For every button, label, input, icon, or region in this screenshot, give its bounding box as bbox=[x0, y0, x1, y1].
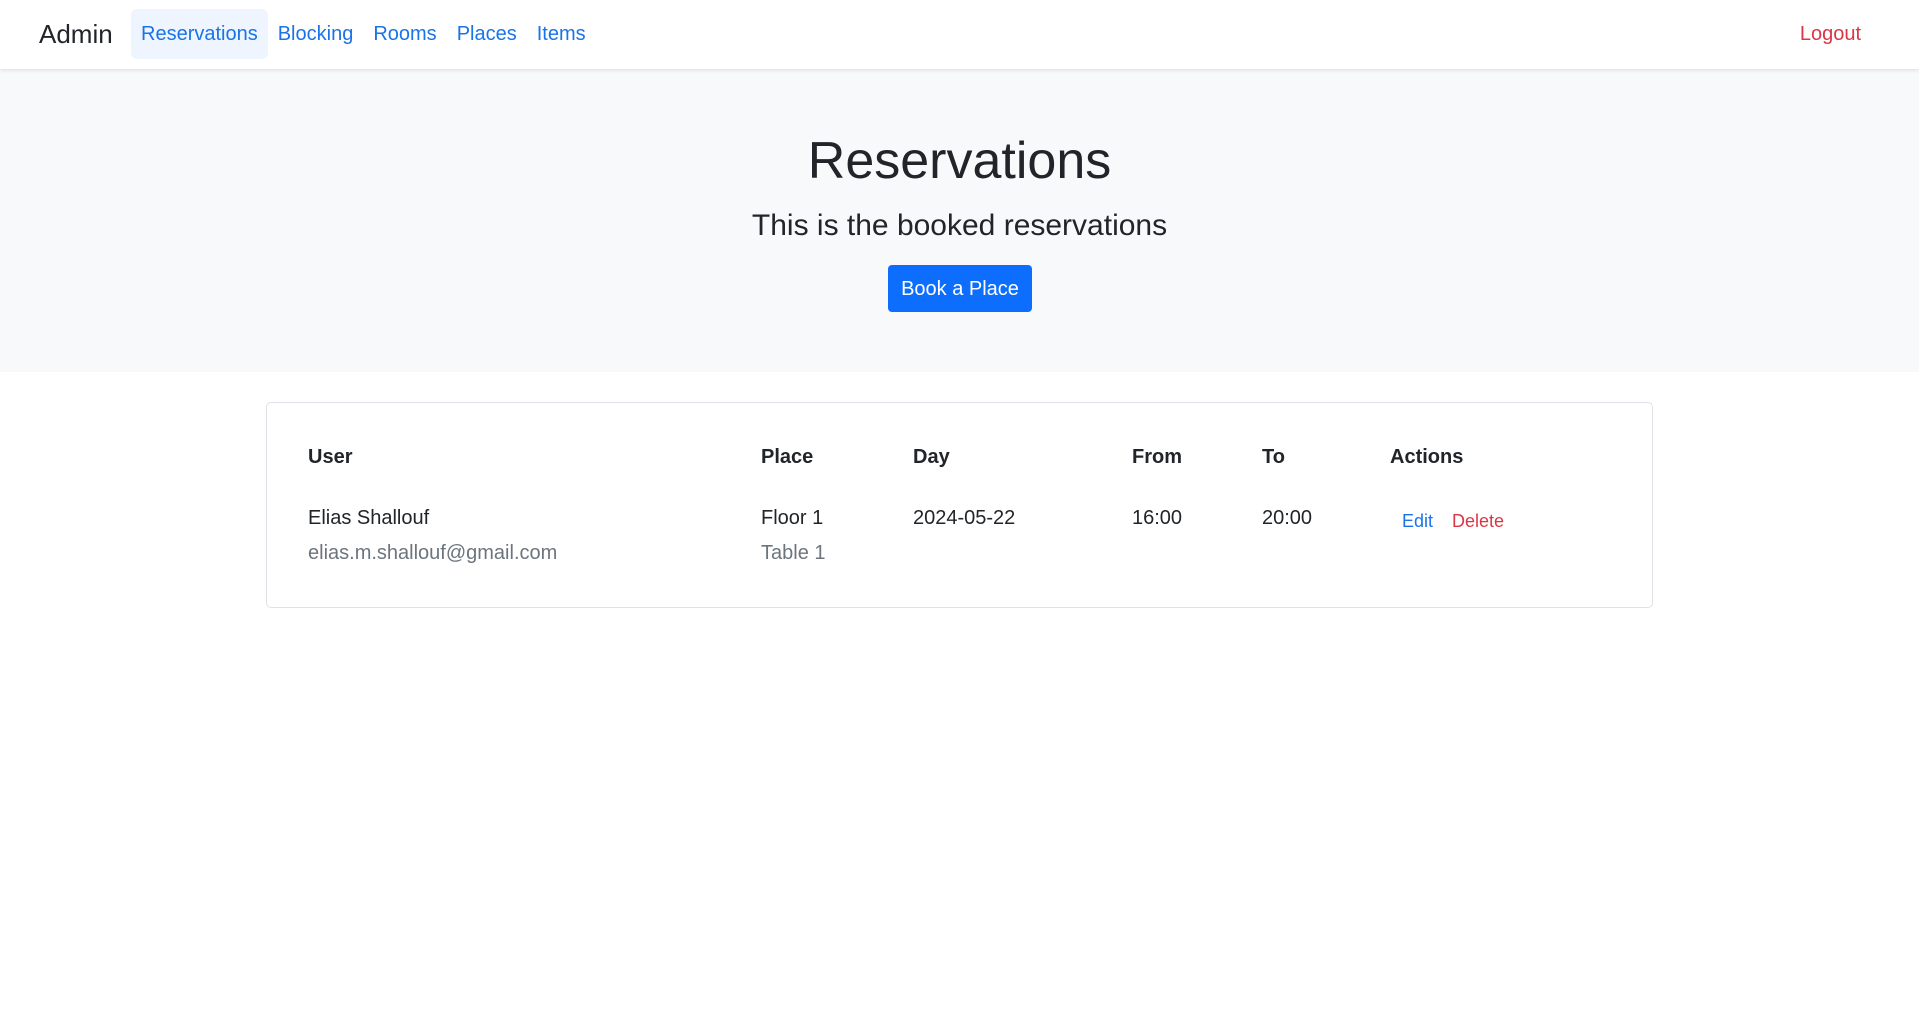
cell-place-floor: Floor 1 bbox=[761, 507, 824, 529]
cell-user-name: Elias Shallouf bbox=[308, 507, 430, 529]
column-header-to: To bbox=[1262, 446, 1285, 468]
page-subtitle: This is the booked reservations bbox=[751, 209, 1168, 242]
page-title: Reservations bbox=[807, 132, 1112, 190]
cell-from: 16:00 bbox=[1132, 507, 1183, 529]
nav-link-reservations[interactable]: Reservations bbox=[131, 9, 268, 59]
brand-logo[interactable]: Admin bbox=[39, 0, 113, 69]
logout-link[interactable]: Logout bbox=[1800, 0, 1861, 69]
nav-link-blocking[interactable]: Blocking bbox=[268, 9, 364, 59]
hero-section: Reservations This is the booked reservat… bbox=[0, 69, 1919, 372]
column-header-place: Place bbox=[761, 446, 814, 468]
cell-place-table: Table 1 bbox=[761, 542, 826, 564]
cell-to: 20:00 bbox=[1262, 507, 1313, 529]
column-header-day: Day bbox=[913, 446, 950, 468]
column-header-actions: Actions bbox=[1390, 446, 1464, 468]
column-header-from: From bbox=[1132, 446, 1182, 468]
reservations-table-card: User Place Day From To Actions Elias Sha… bbox=[266, 402, 1653, 608]
nav-links: Reservations Blocking Rooms Places Items bbox=[131, 9, 596, 59]
edit-button[interactable]: Edit bbox=[1402, 511, 1433, 532]
cell-day: 2024-05-22 bbox=[913, 507, 1016, 529]
nav-link-places[interactable]: Places bbox=[447, 9, 527, 59]
column-header-user: User bbox=[308, 446, 353, 468]
nav-link-rooms[interactable]: Rooms bbox=[363, 9, 446, 59]
cell-user-email: elias.m.shallouf@gmail.com bbox=[308, 542, 558, 564]
book-place-button[interactable]: Book a Place bbox=[888, 265, 1032, 312]
delete-button[interactable]: Delete bbox=[1452, 511, 1504, 532]
top-navbar: Admin Reservations Blocking Rooms Places… bbox=[0, 0, 1919, 69]
nav-link-items[interactable]: Items bbox=[527, 9, 596, 59]
